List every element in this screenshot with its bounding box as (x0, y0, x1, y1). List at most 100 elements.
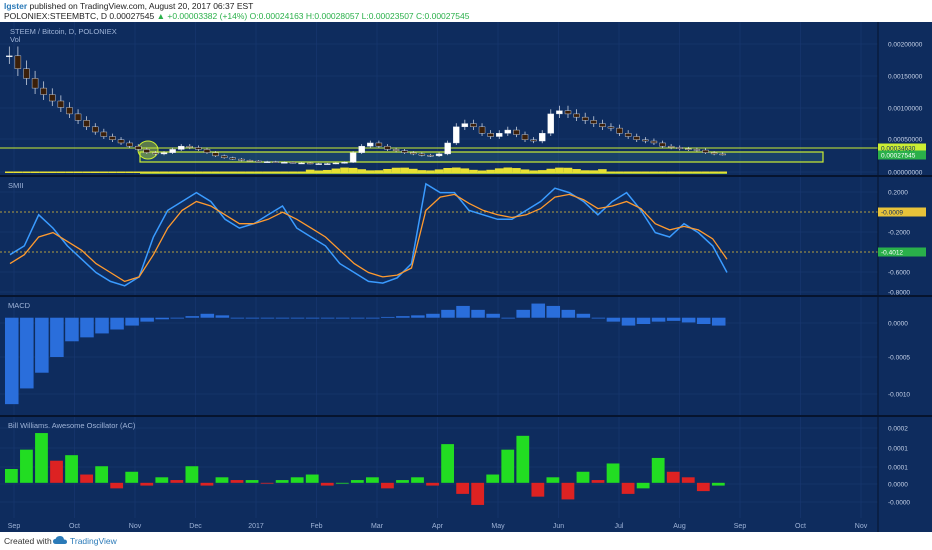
volume-bar (632, 171, 642, 173)
ao-bar (290, 477, 304, 483)
candle (702, 149, 709, 153)
ao-bar (696, 482, 710, 492)
volume-bar (589, 170, 599, 173)
volume-bar (237, 171, 246, 173)
candle (220, 155, 228, 158)
candle (435, 153, 443, 157)
candle (358, 145, 365, 153)
candle (581, 116, 589, 121)
ao-bar (486, 474, 500, 483)
candle (453, 126, 460, 144)
volume-bar (22, 171, 31, 173)
macd-bar (245, 317, 260, 319)
publish-line: lgster published on TradingView.com, Aug… (4, 1, 253, 11)
macd-bar (110, 317, 124, 330)
volume-bar (520, 169, 530, 173)
macd-bar (80, 317, 94, 338)
ao-bar (531, 482, 545, 497)
volume-bar (194, 171, 203, 173)
x-tick-label: Feb (310, 523, 322, 530)
ao-bar (140, 482, 154, 486)
smi-label-upper: -0.0009 (881, 210, 903, 217)
ao-bar (275, 480, 289, 483)
ao-bar (125, 471, 139, 483)
macd-panel-title: MACD (8, 301, 31, 310)
macd-bar (606, 317, 621, 322)
macd-bar (125, 317, 139, 326)
publish-info: published on TradingView.com, August 20,… (29, 1, 254, 11)
author-name[interactable]: lgster (4, 1, 27, 11)
volume-bar (684, 171, 693, 173)
ao-bar (350, 480, 364, 483)
y-tick-label: 0.0001 (888, 446, 908, 453)
ao-bar (230, 480, 244, 483)
volume-bar (417, 170, 427, 173)
candle (599, 123, 606, 128)
candle (607, 126, 615, 129)
candle (281, 162, 288, 164)
macd-bar (65, 317, 79, 342)
candle (332, 162, 340, 165)
x-tick-label: Nov (855, 523, 868, 530)
smi-panel-title: SMII (8, 181, 23, 190)
macd-bar (576, 313, 591, 318)
y-tick-label: -0.0005 (888, 355, 910, 362)
ao-bar (5, 469, 18, 483)
ohlc-values: O:0.00024163 H:0.00028057 L:0.00023507 C… (249, 11, 470, 21)
volume-bar (537, 170, 547, 173)
volume-bar (340, 167, 349, 173)
candle (375, 142, 383, 147)
candle (719, 153, 726, 156)
macd-bar (260, 317, 275, 319)
y-tick-label: 0.00200000 (888, 42, 923, 49)
ao-bar (591, 480, 605, 483)
publish-header: lgster published on TradingView.com, Aug… (0, 0, 932, 22)
macd-bar (50, 317, 64, 357)
candle (367, 142, 374, 147)
created-with-label: Created with (4, 536, 52, 546)
volume-bar (331, 168, 341, 173)
x-tick-label: Dec (189, 523, 202, 530)
macd-bar (305, 317, 320, 319)
macd-bar (696, 317, 711, 324)
volume-bar (366, 170, 375, 173)
ao-bar (606, 463, 620, 483)
ao-bar (621, 482, 635, 494)
candle (573, 113, 580, 118)
macd-bar (215, 315, 230, 318)
x-tick-label: Mar (371, 523, 384, 530)
volume-bar (451, 167, 461, 173)
tradingview-brand[interactable]: TradingView (70, 536, 117, 546)
ao-bar (471, 482, 485, 505)
volume-bar (297, 171, 306, 173)
chart-canvas[interactable]: STEEM / Bitcoin, D, POLONIEX Vol SMII MA… (0, 22, 932, 532)
ao-bar (546, 477, 560, 483)
smi-label-last: -0.4012 (881, 250, 903, 257)
volume-bar (30, 171, 40, 173)
y-tick-label: 0.2000 (888, 190, 908, 197)
volume-bar (262, 171, 272, 173)
volume-bar (254, 171, 263, 173)
macd-bar (471, 309, 485, 318)
volume-bar (176, 171, 186, 173)
candle (306, 162, 314, 165)
candle (152, 152, 159, 155)
candle (23, 68, 30, 79)
ao-bar (381, 482, 394, 489)
y-tick-label: -0.2000 (888, 230, 910, 237)
candle (14, 55, 22, 69)
macd-bar (561, 309, 576, 318)
volume-bar (701, 171, 710, 173)
price-change: ▲ +0.00003382 (+14%) (156, 11, 248, 21)
macd-bar (546, 305, 561, 318)
x-tick-label: Oct (69, 523, 80, 530)
candle (693, 149, 701, 151)
volume-bar (271, 171, 281, 173)
candle (109, 136, 116, 140)
volume-bar (314, 170, 324, 173)
y-tick-label: 0.0001 (888, 465, 908, 472)
y-tick-label: 0.0000 (888, 321, 908, 328)
volume-bar (400, 167, 409, 173)
macd-bar (411, 315, 425, 318)
volume-bar (486, 169, 495, 173)
